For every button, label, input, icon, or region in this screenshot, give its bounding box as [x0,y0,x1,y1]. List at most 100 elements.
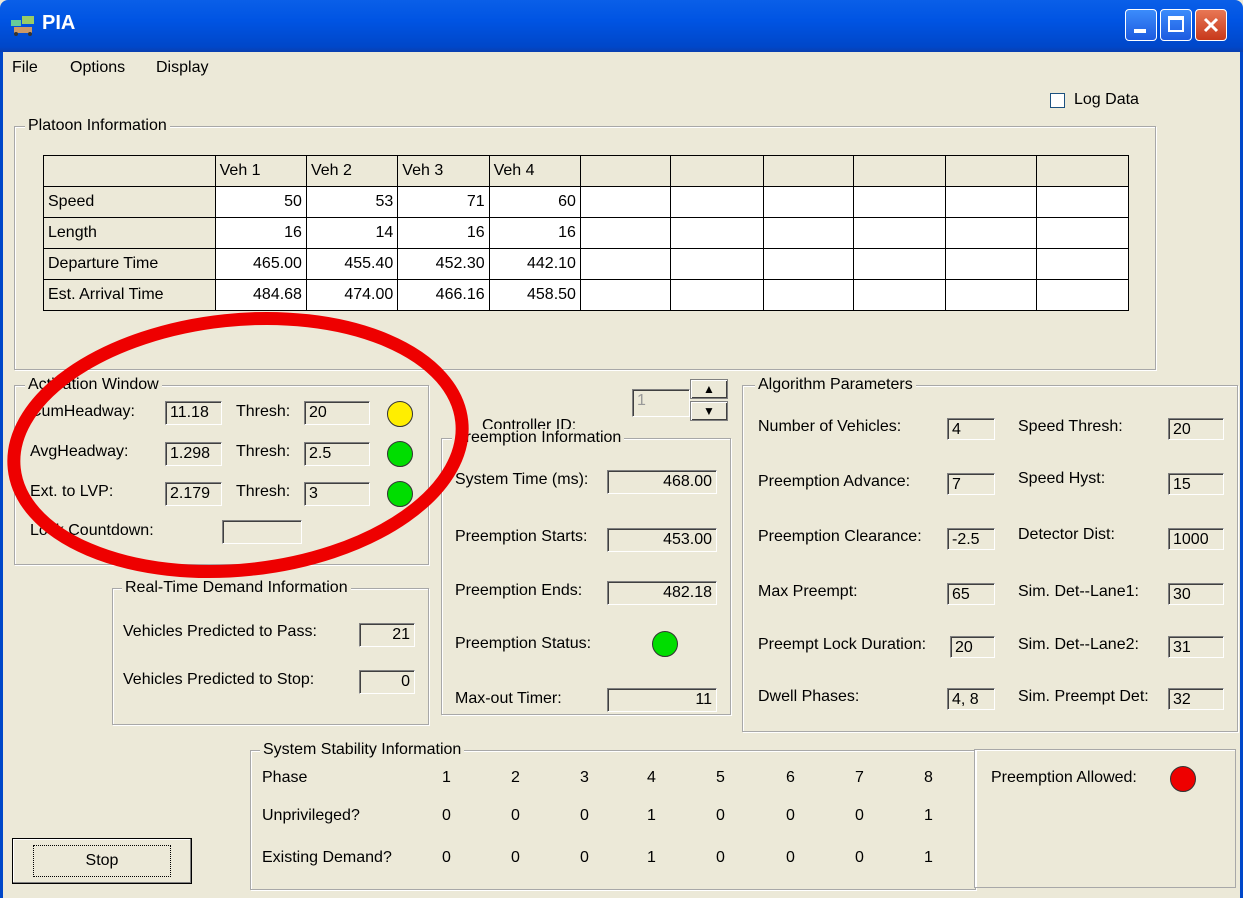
demand-cell: 0 [442,849,451,866]
stability-row-label: Phase [262,769,308,786]
phase-cell: 8 [924,769,933,786]
stop-button[interactable]: Stop [12,838,192,884]
table-corner [43,155,216,187]
preemption-allowed-indicator [1170,766,1196,792]
param-label: Preempt Lock Duration: [758,636,927,653]
table-cell: 452.30 [397,248,490,280]
dwell-phases-field[interactable]: 4, 8 [947,688,995,710]
param-label: Dwell Phases: [758,688,860,705]
platoon-legend: Platoon Information [25,117,170,135]
minimize-button[interactable] [1125,9,1157,41]
table-cell: 60 [488,186,581,218]
col-header [852,155,947,187]
preempt-lock-duration-field[interactable]: 20 [950,636,995,658]
table-cell: 16 [214,217,307,249]
table-row: Departure Time 465.00 455.40 452.30 442.… [43,248,1130,280]
unprivileged-cell: 1 [647,807,656,824]
param-label: Preemption Advance: [758,473,911,490]
preemption-ends-field[interactable]: 482.18 [607,581,717,605]
demand-cell: 1 [647,849,656,866]
stability-row-label: Existing Demand? [262,849,392,866]
detector-dist-field[interactable]: 1000 [1168,528,1224,550]
controller-id-field[interactable]: 1 [632,389,690,417]
col-header [1035,155,1130,187]
sim-det-lane2-field[interactable]: 31 [1168,636,1224,658]
vehicles-stop-field[interactable]: 0 [359,670,415,694]
table-cell: 16 [397,217,490,249]
unprivileged-cell: 0 [511,807,520,824]
app-icon [10,12,36,36]
param-label: Max Preempt: [758,583,858,600]
demand-cell: 0 [855,849,864,866]
table-row: Speed 50 53 71 60 [43,186,1130,218]
stop-button-label: Stop [32,845,172,877]
title-bar[interactable] [0,0,1243,52]
speed-thresh-field[interactable]: 20 [1168,418,1224,440]
row-header: Speed [43,186,216,218]
stability-legend: System Stability Information [260,741,465,759]
table-cell: 14 [305,217,399,249]
param-label: Speed Hyst: [1018,470,1106,487]
param-label: Detector Dist: [1018,526,1115,543]
col-header: Veh 4 [488,155,581,187]
preemption-status-indicator [652,631,678,657]
menu-display[interactable]: Display [156,59,208,77]
close-button[interactable] [1195,9,1227,41]
table-row: Length 16 14 16 16 [43,217,1130,249]
maxout-timer-field[interactable]: 11 [607,688,717,712]
table-cell: 455.40 [305,248,399,280]
param-label: Sim. Det--Lane1: [1018,583,1139,600]
maximize-icon [1168,16,1184,32]
platoon-table: Veh 1 Veh 2 Veh 3 Veh 4 Speed 50 53 71 6… [43,155,1130,311]
arrow-up-icon: ▲ [703,382,715,396]
speed-hyst-field[interactable]: 15 [1168,473,1224,495]
preemption-starts-field[interactable]: 453.00 [607,528,717,552]
stability-row-label: Unprivileged? [262,807,360,824]
table-cell: 465.00 [214,248,307,280]
minimize-icon [1134,29,1146,33]
maximize-button[interactable] [1160,9,1192,41]
col-header [762,155,854,187]
vehicles-pass-field[interactable]: 21 [359,623,415,647]
phase-cell: 3 [580,769,589,786]
param-label: Number of Vehicles: [758,418,902,435]
window-title: PIA [42,12,76,34]
sim-det-lane1-field[interactable]: 30 [1168,583,1224,605]
phase-cell: 1 [442,769,451,786]
number-vehicles-field[interactable]: 4 [947,418,995,440]
spin-down-button[interactable]: ▼ [690,401,728,421]
phase-cell: 7 [855,769,864,786]
table-header-row: Veh 1 Veh 2 Veh 3 Veh 4 [43,155,1130,187]
unprivileged-cell: 1 [924,807,933,824]
max-preempt-field[interactable]: 65 [947,583,995,605]
unprivileged-cell: 0 [716,807,725,824]
col-header: Veh 1 [214,155,307,187]
table-cell: 442.10 [488,248,581,280]
table-cell: 71 [397,186,490,218]
phase-cell: 2 [511,769,520,786]
arrow-down-icon: ▼ [703,404,715,418]
col-header [945,155,1037,187]
vehicles-stop-label: Vehicles Predicted to Stop: [123,671,315,688]
row-header: Length [43,217,216,249]
demand-cell: 1 [924,849,933,866]
annotation-ellipse [7,311,469,579]
preemption-clearance-field[interactable]: -2.5 [947,528,995,550]
preemption-advance-field[interactable]: 7 [947,473,995,495]
demand-cell: 0 [716,849,725,866]
system-time-field[interactable]: 468.00 [607,470,717,494]
phase-cell: 5 [716,769,725,786]
param-label: Sim. Det--Lane2: [1018,636,1139,653]
phase-cell: 6 [786,769,795,786]
vehicles-pass-label: Vehicles Predicted to Pass: [123,623,317,640]
menu-options[interactable]: Options [70,59,125,77]
log-data-checkbox[interactable] [1050,93,1065,108]
spin-up-button[interactable]: ▲ [690,379,728,399]
col-header: Veh 2 [305,155,399,187]
close-icon [1203,17,1219,33]
sim-preempt-det-field[interactable]: 32 [1168,688,1224,710]
phase-cell: 4 [647,769,656,786]
demand-cell: 0 [511,849,520,866]
unprivileged-cell: 0 [786,807,795,824]
menu-file[interactable]: File [12,59,38,77]
